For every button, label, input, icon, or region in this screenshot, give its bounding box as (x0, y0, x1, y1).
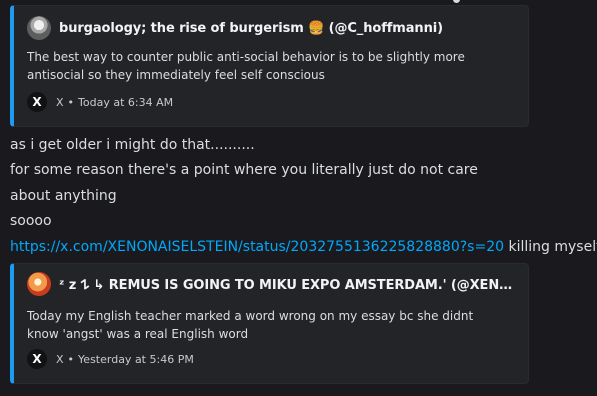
author-name[interactable]: burgaology; the rise of burgerism 🍔 (@C_… (59, 21, 443, 36)
embed-source: X (56, 95, 64, 109)
embed-author[interactable]: ᶻ z 𐰁 ↳ REMUS IS GOING TO MIKU EXPO AMST… (27, 272, 517, 296)
embed-footer: X X • Yesterday at 5:46 PM (27, 349, 194, 369)
message-suffix: killing myself (504, 239, 597, 255)
embed-source: X (56, 352, 64, 366)
footer-separator: • (67, 95, 75, 109)
author-avatar[interactable] (27, 272, 51, 296)
embed-footer: X X • Today at 6:34 AM (27, 92, 173, 112)
footer-separator: • (67, 352, 75, 366)
author-avatar[interactable] (27, 16, 51, 40)
embed-author[interactable]: burgaology; the rise of burgerism 🍔 (@C_… (27, 16, 443, 40)
x-logo-icon: X (27, 349, 47, 369)
status-dot (453, 0, 460, 3)
tweet-embed-1[interactable]: burgaology; the rise of burgerism 🍔 (@C_… (10, 5, 529, 127)
message-line: for some reason there's a point where yo… (10, 162, 478, 178)
chat-view: burgaology; the rise of burgerism 🍔 (@C_… (0, 0, 597, 396)
tweet-link[interactable]: https://x.com/XENONAISELSTEIN/status/203… (10, 239, 504, 255)
author-name[interactable]: ᶻ z 𐰁 ↳ REMUS IS GOING TO MIKU EXPO AMST… (59, 275, 517, 293)
tweet-embed-2[interactable]: ᶻ z 𐰁 ↳ REMUS IS GOING TO MIKU EXPO AMST… (10, 263, 529, 384)
embed-description: Today my English teacher marked a word w… (27, 309, 474, 341)
message-line-with-link: https://x.com/XENONAISELSTEIN/status/203… (10, 238, 597, 257)
message-line: as i get older i might do that.......... (10, 137, 255, 153)
embed-timestamp: Yesterday at 5:46 PM (78, 352, 194, 366)
x-logo-icon: X (27, 92, 47, 112)
message-line: about anything (10, 188, 117, 204)
message-line: soooo (10, 213, 52, 229)
embed-description: The best way to counter public anti-soci… (27, 50, 465, 82)
embed-timestamp: Today at 6:34 AM (78, 95, 174, 109)
